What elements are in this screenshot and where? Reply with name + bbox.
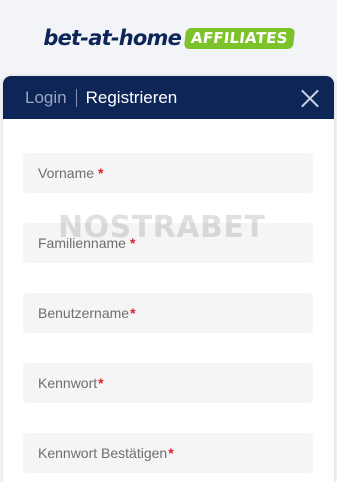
username-field[interactable]: Benutzername * [23, 293, 313, 333]
last-name-placeholder: Familienname [38, 235, 126, 251]
logo-brand-text: bet-at-home [43, 26, 182, 50]
password-field[interactable]: Kennwort * [23, 363, 313, 403]
username-placeholder: Benutzername [38, 305, 130, 321]
required-marker: * [98, 165, 104, 181]
logo-affiliates-badge: AFFILIATES [183, 27, 295, 49]
password-confirm-placeholder: Kennwort Bestätigen [38, 445, 168, 461]
tab-divider [75, 88, 77, 107]
last-name-field[interactable]: Familienname * [23, 223, 313, 263]
auth-modal: Login Registrieren Vorname * Familiennam… [3, 76, 334, 482]
tab-login[interactable]: Login [25, 88, 67, 108]
brand-logo: bet-at-home AFFILIATES [0, 0, 337, 76]
first-name-field[interactable]: Vorname * [23, 153, 313, 193]
required-marker: * [98, 375, 104, 391]
first-name-placeholder: Vorname [38, 165, 95, 181]
password-placeholder: Kennwort [38, 375, 98, 391]
required-marker: * [168, 445, 174, 461]
password-confirm-field[interactable]: Kennwort Bestätigen * [23, 433, 313, 473]
required-marker: * [129, 235, 136, 251]
required-marker: * [130, 305, 136, 321]
close-icon[interactable] [300, 88, 320, 108]
tab-register[interactable]: Registrieren [86, 88, 178, 108]
modal-header: Login Registrieren [3, 76, 334, 119]
